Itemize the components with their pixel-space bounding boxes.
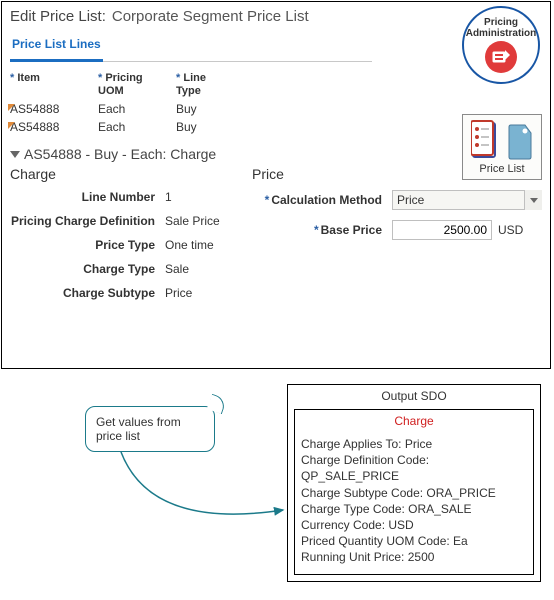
price-right-column: Price *Calculation Method Price *Base Pr… (252, 166, 542, 310)
output-sdo-title: Output SDO (294, 389, 534, 403)
charge-column-head: Charge (10, 166, 252, 182)
col-item-label: Item (17, 72, 40, 84)
cell-uom: Each (98, 102, 158, 116)
base-price-label-text: Base Price (321, 223, 382, 237)
price-list-badge: Price List (462, 114, 542, 180)
row-marker-icon (8, 122, 15, 129)
chevron-down-icon[interactable] (524, 190, 542, 210)
calc-method-label-text: Calculation Method (271, 193, 382, 207)
charge-subtype-value: Price (165, 286, 192, 300)
cell-type: Buy (176, 120, 226, 134)
charge-section-title: AS54888 - Buy - Each: Charge (24, 146, 216, 162)
charge-line: Charge Type Code: ORA_SALE (301, 501, 527, 517)
pricing-badge-line2: Administration (466, 28, 537, 39)
charge-box: Charge Charge Applies To: Price Charge D… (294, 409, 534, 575)
pricing-charge-def-label: Pricing Charge Definition (10, 214, 165, 228)
line-number-label: Line Number (10, 190, 165, 204)
table-header-row: * Item * PricingUOM * LineType (10, 70, 542, 100)
col-item: * Item (10, 70, 80, 100)
charge-grid: Charge Line Number1 Pricing Charge Defin… (10, 166, 542, 310)
col-uom-label2: UOM (98, 85, 124, 97)
tab-price-list-lines[interactable]: Price List Lines (10, 33, 103, 62)
pricing-charge-def-value: Sale Price (165, 214, 220, 228)
price-list-panel: Edit Price List: Corporate Segment Price… (1, 1, 551, 369)
price-list-badge-label: Price List (467, 163, 537, 175)
cell-uom: Each (98, 120, 158, 134)
cell-type: Buy (176, 102, 226, 116)
arrow-icon (111, 440, 301, 560)
tag-icon (507, 123, 533, 161)
price-type-value: One time (165, 238, 214, 252)
price-list-icon (467, 119, 537, 161)
charge-line: Charge Definition Code: QP_SALE_PRICE (301, 452, 527, 484)
cell-item-value: AS54888 (10, 102, 59, 116)
charge-type-label: Charge Type (10, 262, 165, 276)
charge-line: Charge Applies To: Price (301, 436, 527, 452)
edit-price-list-label: Edit Price List: (10, 8, 106, 25)
col-line-type: * LineType (176, 70, 226, 100)
callout-text: Get values from price list (96, 415, 181, 443)
row-marker-icon (8, 104, 15, 111)
charge-line: Charge Subtype Code: ORA_PRICE (301, 485, 527, 501)
charge-line: Priced Quantity UOM Code: Ea (301, 533, 527, 549)
charge-line: Currency Code: USD (301, 517, 527, 533)
base-price-input[interactable] (392, 220, 492, 240)
charge-type-value: Sale (165, 262, 189, 276)
calc-method-select[interactable]: Price (392, 190, 542, 210)
pricing-badge-line1: Pricing (484, 17, 518, 28)
currency-label: USD (498, 223, 523, 237)
cell-item: AS54888 (10, 102, 80, 116)
pricing-admin-icon (485, 41, 517, 73)
charge-box-title: Charge (301, 414, 527, 428)
charge-left-column: Charge Line Number1 Pricing Charge Defin… (10, 166, 252, 310)
calc-method-label: *Calculation Method (252, 193, 392, 207)
col-type-label2: Type (176, 85, 201, 97)
disclosure-triangle-icon[interactable] (10, 151, 20, 158)
col-type-label1: Line (183, 72, 206, 84)
cell-item-value: AS54888 (10, 120, 59, 134)
col-pricing-uom: * PricingUOM (98, 70, 158, 100)
page-title-row: Edit Price List: Corporate Segment Price… (10, 8, 542, 25)
price-type-label: Price Type (10, 238, 165, 252)
price-list-name: Corporate Segment Price List (112, 8, 309, 25)
charge-subtype-label: Charge Subtype (10, 286, 165, 300)
calc-method-value: Price (392, 190, 542, 210)
line-number-value: 1 (165, 190, 172, 204)
cell-item: AS54888 (10, 120, 80, 134)
pricing-admin-badge: Pricing Administration (462, 6, 540, 84)
base-price-label: *Base Price (252, 223, 392, 237)
col-uom-label1: Pricing (105, 72, 142, 84)
charge-line: Running Unit Price: 2500 (301, 549, 527, 565)
output-sdo-box: Output SDO Charge Charge Applies To: Pri… (287, 384, 541, 582)
diagram-area: Get values from price list Output SDO Ch… (1, 370, 551, 598)
